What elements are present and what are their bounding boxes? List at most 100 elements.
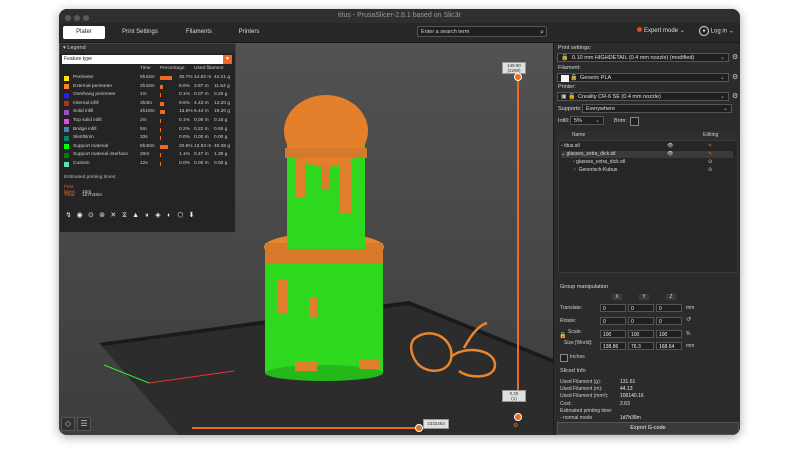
layer-slider-track[interactable] <box>517 78 519 398</box>
tab-bar: Plater Print Settings Filaments Printers… <box>59 23 740 43</box>
legend-row[interactable]: Bridge infill 5m 0.2% 0.22 m 0.65 g <box>62 126 234 134</box>
layer-slider-bottom-handle[interactable] <box>514 413 522 421</box>
legend-row[interactable]: Support material interface 20m 1.1% 0.47 m 1… <box>62 151 234 159</box>
legend-row[interactable]: Perimeter 9h43m 30.7% 14.82 m 44.21 g <box>62 74 234 82</box>
brim-checkbox[interactable] <box>630 117 639 126</box>
preview-icon[interactable]: ☰ <box>77 417 91 431</box>
legend-row[interactable]: External perimeter 2h43m 8.6% 3.87 m 11.54 g <box>62 83 234 91</box>
move-slider-track[interactable] <box>192 427 419 429</box>
export-gcode-button[interactable]: Export G-code <box>557 422 739 435</box>
chevron-down-icon: ⌄ <box>719 75 725 81</box>
object-list[interactable]: ▪ titus.stl 👁 ✎ ⌄ glasses_extra_dick.stl… <box>558 140 738 273</box>
legend-filament-g: 0.65 g <box>214 126 228 132</box>
translate-z-input[interactable]: 0 <box>656 304 682 312</box>
travel-icon[interactable]: ↯ <box>64 211 73 220</box>
inches-checkbox[interactable] <box>560 354 568 362</box>
expert-mode-button[interactable]: Expert mode ⌄ <box>637 27 685 34</box>
gear-icon[interactable]: ⚙ <box>732 92 738 100</box>
edit-icon[interactable]: ✎ <box>708 143 712 150</box>
legend-feature-name: External perimeter <box>73 83 113 89</box>
color-change-icon[interactable]: ▲ <box>131 211 140 220</box>
translate-x-input[interactable]: 0 <box>600 304 626 312</box>
legend-row[interactable]: Skirt/Brim 33s 0.0% 0.00 m 0.00 g <box>62 134 234 142</box>
tab-filaments[interactable]: Filaments <box>174 26 224 39</box>
settings-circle-icon[interactable]: ⊙ <box>708 167 712 174</box>
legend-feature-name: Overhang perimeter <box>73 92 116 98</box>
search-placeholder: Enter a search term <box>421 29 470 35</box>
translate-unit: mm <box>686 305 695 311</box>
legend-percentage-bar <box>160 144 168 149</box>
shells-icon[interactable]: ⬡ <box>176 211 185 220</box>
object-part-row[interactable]: ✓ Generisch-Kubus ⊙ <box>573 167 733 174</box>
view-type-select[interactable]: Feature type ▼ <box>62 55 232 64</box>
wipe-icon[interactable]: ◉ <box>75 211 84 220</box>
gear-icon[interactable]: ⚙ <box>732 53 738 61</box>
deretraction-icon[interactable]: ⊚ <box>98 211 107 220</box>
modifier-icon: ✓ <box>573 167 578 173</box>
center-of-gravity-icon[interactable]: ◐ <box>165 211 174 220</box>
legend-row[interactable]: Overhang perimeter 1m 0.1% 0.07 m 0.20 g <box>62 91 234 99</box>
legend-row[interactable]: Internal infill 3h3m 9.6% 4.43 m 13.20 g <box>62 100 234 108</box>
scale-x-input[interactable]: 100 <box>600 330 626 338</box>
axis-x-label: X <box>612 294 622 300</box>
sliced-info-value: 2.63 <box>620 400 630 407</box>
legend-percentage: 20.8% <box>179 143 193 149</box>
reset-rotation-icon[interactable]: ↺ <box>686 316 691 323</box>
rotate-y-input[interactable]: 0 <box>628 317 654 325</box>
col-name: Name <box>572 132 586 138</box>
object-part-row[interactable]: ▫ glasses_extra_dick.stl ⊙ <box>573 159 733 166</box>
search-input[interactable]: Enter a search term ⌕ <box>417 26 547 37</box>
object-row-selected[interactable]: ⌄ glasses_extra_dick.stl 👁 ✎ <box>561 151 733 158</box>
filament-select[interactable]: 🔒 Generic PLA ⌄ <box>557 73 729 82</box>
size-x-input[interactable]: 138.86 <box>600 342 626 350</box>
translate-y-input[interactable]: 0 <box>628 304 654 312</box>
legend-percentage: 0.1% <box>179 118 190 123</box>
gear-icon[interactable]: ⚙ <box>732 73 738 81</box>
support-patch <box>295 158 305 198</box>
printer-select[interactable]: ▣ 🔒 Creality CR-6 SE (0.4 mm nozzle) ⌄ <box>557 92 729 101</box>
supports-label: Supports: <box>558 106 582 112</box>
move-slider-handle[interactable] <box>415 424 423 432</box>
legend-filament-m: 0.22 m <box>194 126 209 132</box>
tool-marker-icon[interactable]: ⬇ <box>187 211 196 220</box>
cog-icon[interactable]: ⚙ <box>513 422 518 429</box>
model-head-band <box>285 148 367 158</box>
eye-icon[interactable]: 👁 <box>667 151 673 158</box>
legend-row[interactable]: Solid infill 4h19m 13.5% 6.44 m 19.20 g <box>62 108 234 116</box>
tab-print-settings[interactable]: Print Settings <box>109 26 171 39</box>
legend-col-filament: Used filament <box>194 66 224 71</box>
lock-icon[interactable]: 🔒 <box>559 332 566 339</box>
tab-printers[interactable]: Printers <box>227 26 271 39</box>
3d-viewport[interactable]: ▾ Legend Feature type ▼ Time Percentage … <box>59 43 553 435</box>
size-y-input[interactable]: 76.3 <box>628 342 654 350</box>
tab-plater[interactable]: Plater <box>63 26 105 39</box>
pause-icon[interactable]: ⏸ <box>142 211 151 220</box>
custom-gcode-icon[interactable]: ◈ <box>154 211 163 220</box>
layer-slider-top-handle[interactable] <box>514 73 522 81</box>
legend-header[interactable]: ▾ Legend <box>60 44 235 53</box>
rotate-x-input[interactable]: 0 <box>600 317 626 325</box>
settings-circle-icon[interactable]: ⊙ <box>708 159 712 166</box>
3d-view-icon[interactable]: ◇ <box>61 417 75 431</box>
size-z-input[interactable]: 168.64 <box>656 342 682 350</box>
edit-icon[interactable]: ✎ <box>708 151 712 158</box>
scale-y-input[interactable]: 100 <box>628 330 654 338</box>
rotate-label: Rotate: <box>560 318 577 324</box>
print-profile-select[interactable]: 🔒 0.10 mm HIGHDETAIL (0.4 mm nozzle) (mod… <box>557 53 729 62</box>
infill-select[interactable]: 5% ⌄ <box>570 116 604 125</box>
object-name: titus.stl <box>564 143 580 149</box>
legend-filament-m: 4.43 m <box>194 100 209 106</box>
object-row[interactable]: ▪ titus.stl 👁 ✎ <box>561 143 733 150</box>
seams-icon[interactable]: ✕ <box>109 211 118 220</box>
legend-row[interactable]: Top solid infill 2m 0.1% 0.05 m 0.15 g <box>62 117 234 125</box>
tool-change-icon[interactable]: ⧖ <box>120 211 129 220</box>
filament-color-swatch[interactable] <box>561 75 569 82</box>
supports-select[interactable]: Everywhere ⌄ <box>582 104 732 113</box>
login-button[interactable]: ● Log in ⌄ <box>699 26 734 36</box>
legend-row[interactable]: Support material 6h40m 20.8% 13.53 m 40.36 g <box>62 143 234 151</box>
retraction-icon[interactable]: ⊙ <box>86 211 95 220</box>
legend-row[interactable]: Custom 12s 0.0% 0.00 m 0.00 g <box>62 160 234 168</box>
rotate-z-input[interactable]: 0 <box>656 317 682 325</box>
eye-icon[interactable]: 👁 <box>667 143 673 150</box>
scale-z-input[interactable]: 100 <box>656 330 682 338</box>
